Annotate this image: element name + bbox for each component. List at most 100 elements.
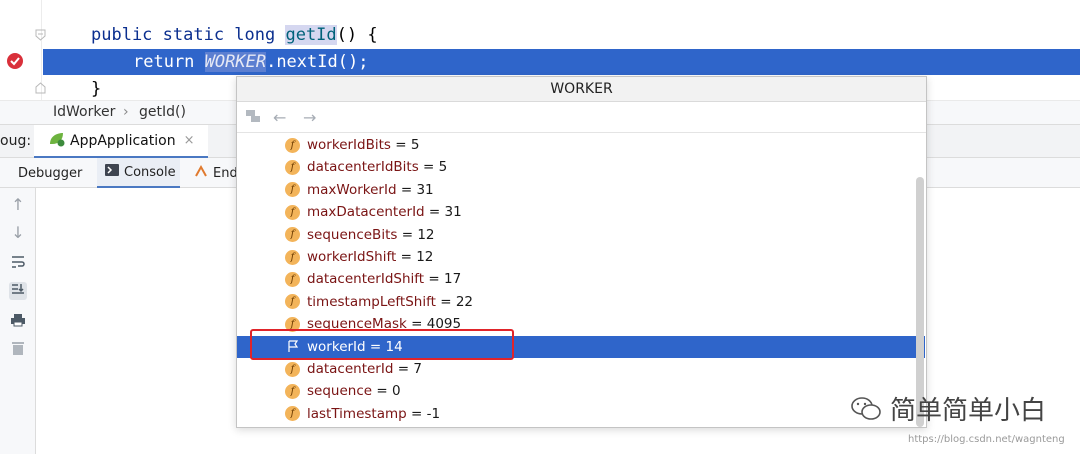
quick-evaluate-popup[interactable]: WORKER ← → f workerIdBits = 5 f datacenterI… <box>236 76 927 428</box>
field-value: 17 <box>443 271 462 288</box>
code-keyword-return: return <box>133 52 205 72</box>
field-icon: f <box>285 204 300 220</box>
field-equals: = <box>390 137 411 153</box>
field-equals: = <box>372 383 392 400</box>
field-value: 5 <box>438 159 448 176</box>
watch-icon[interactable] <box>245 108 263 128</box>
field-icon: f <box>285 294 300 310</box>
console-icon <box>105 164 119 180</box>
field-icon: f <box>285 383 300 399</box>
code-rest: .nextId(); <box>266 52 369 72</box>
field-name: workerIdShift <box>307 249 397 265</box>
spring-app-icon <box>48 131 66 151</box>
code-keywords: public static long <box>91 25 286 45</box>
soft-wrap-icon[interactable] <box>9 254 27 272</box>
breadcrumb-method[interactable]: getId() <box>139 104 186 120</box>
field-row[interactable]: f maxWorkerId = 31 <box>237 179 925 201</box>
console-toolbar: ↑ ↓ <box>0 188 36 454</box>
field-row[interactable]: f workerIdShift = 12 <box>237 246 925 268</box>
field-name: maxDatacenterId <box>307 204 425 221</box>
fold-icon[interactable] <box>35 29 46 41</box>
field-icon: f <box>285 159 300 175</box>
fold-end-icon[interactable] <box>35 82 46 94</box>
code-line-3[interactable]: } <box>91 76 101 102</box>
field-equals: = <box>396 181 417 198</box>
code-rest: () { <box>336 25 378 45</box>
field-name: workerIdBits <box>307 137 391 153</box>
field-value: 31 <box>416 181 434 198</box>
field-icon: f <box>285 227 300 243</box>
field-equals: = <box>406 405 427 422</box>
console-tab-label: Console <box>124 164 176 180</box>
highlight-annotation-box <box>250 329 514 360</box>
breakpoint-icon[interactable] <box>6 52 24 70</box>
popup-title: WORKER <box>237 77 926 102</box>
watermark: 简单简单小白 <box>850 390 1046 427</box>
endpoints-icon <box>194 164 208 182</box>
field-name: sequenceBits <box>307 226 398 243</box>
field-equals: = <box>424 271 444 288</box>
debugger-tab-label: Debugger <box>18 165 83 181</box>
popup-toolbar: ← → <box>237 102 926 133</box>
field-icon: f <box>285 182 300 198</box>
field-icon: f <box>285 361 300 377</box>
field-value: 7 <box>413 361 422 377</box>
field-row[interactable]: f lastTimestamp = -1 <box>237 403 925 425</box>
field-row[interactable]: f sequence = 0 <box>237 380 925 402</box>
up-arrow-icon[interactable]: ↑ <box>9 196 27 214</box>
debug-label: oug: <box>0 133 32 149</box>
field-name: maxWorkerId <box>307 181 397 198</box>
wechat-logo-icon <box>850 395 882 423</box>
field-row[interactable]: f datacenterIdShift = 17 <box>237 268 925 290</box>
back-arrow-icon[interactable]: ← <box>273 108 286 127</box>
field-row[interactable]: f datacenterIdBits = 5 <box>237 156 925 178</box>
field-value: 0 <box>391 383 401 400</box>
field-name: timestampLeftShift <box>307 293 436 310</box>
field-equals: = <box>424 204 445 221</box>
app-tab-label: AppApplication <box>70 132 176 149</box>
field-value: 5 <box>410 137 420 153</box>
field-icon: f <box>285 271 300 287</box>
watermark-url: https://blog.csdn.net/wagnteng <box>908 434 1065 445</box>
field-value: 12 <box>417 226 435 243</box>
field-equals: = <box>418 159 439 176</box>
print-icon[interactable] <box>9 312 27 330</box>
forward-arrow-icon[interactable]: → <box>303 108 316 127</box>
field-equals: = <box>393 361 414 377</box>
field-row[interactable]: f sequenceBits = 12 <box>237 224 925 246</box>
code-line-1[interactable]: public static long getId() { <box>91 22 378 48</box>
breadcrumb-separator: › <box>123 104 129 120</box>
field-icon: f <box>285 249 300 265</box>
field-list: f workerIdBits = 5 f datacenterIdBits = 5fm… <box>237 134 927 428</box>
editor-gutter <box>0 0 46 100</box>
tab-debugger[interactable]: Debugger <box>10 158 90 188</box>
field-name: datacenterId <box>307 361 394 377</box>
endpoints-tab-label: End <box>213 165 238 181</box>
field-equals: = <box>435 293 456 310</box>
field-name: datacenterIdBits <box>307 159 419 176</box>
field-value: 31 <box>444 204 462 221</box>
field-name: sequence <box>307 383 373 400</box>
field-name: lastTimestamp <box>307 405 407 422</box>
trash-icon[interactable] <box>9 340 27 358</box>
field-row[interactable]: f datacenterId = 7 <box>237 358 925 380</box>
close-icon[interactable]: × <box>184 133 195 148</box>
field-value: -1 <box>426 405 441 422</box>
field-equals: = <box>397 226 418 243</box>
app-session-tab[interactable]: AppApplication × <box>34 125 209 158</box>
field-value: 12 <box>416 249 434 265</box>
field-value: 22 <box>455 293 473 310</box>
code-line-current[interactable]: return WORKER.nextId(); <box>43 49 1080 75</box>
scroll-to-end-icon[interactable] <box>9 282 27 300</box>
breadcrumb-class[interactable]: IdWorker <box>53 104 115 120</box>
tab-console[interactable]: Console <box>97 158 180 188</box>
field-equals: = <box>396 249 417 265</box>
field-row[interactable]: f timestampLeftShift = 22 <box>237 291 925 313</box>
down-arrow-icon[interactable]: ↓ <box>9 224 27 242</box>
field-name: datacenterIdShift <box>307 271 425 288</box>
method-name[interactable]: getId <box>285 25 337 45</box>
field-row[interactable]: f workerIdBits = 5 <box>237 134 925 156</box>
field-row[interactable]: f maxDatacenterId = 31 <box>237 201 925 223</box>
field-icon: f <box>285 406 300 422</box>
worker-constant[interactable]: WORKER <box>204 52 267 72</box>
